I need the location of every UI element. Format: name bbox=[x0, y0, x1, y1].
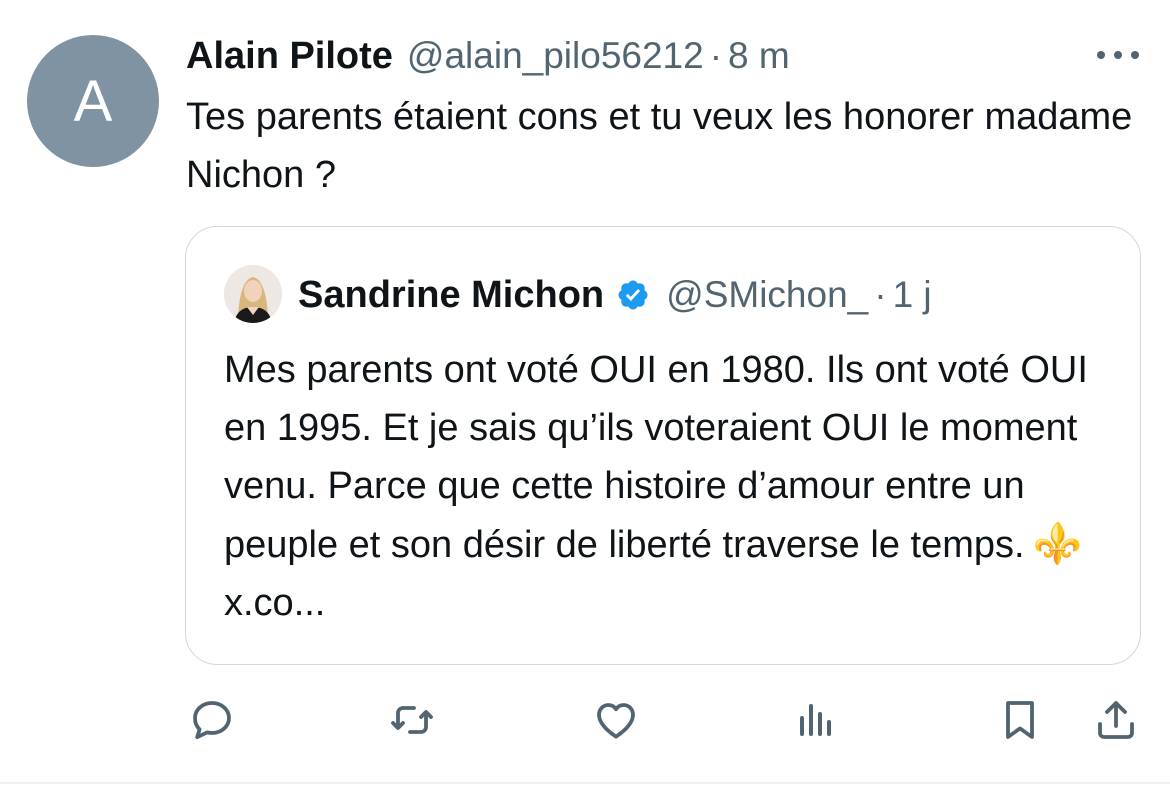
quoted-tweet-card[interactable]: Sandrine Michon @SMichon_ · 1 j Mes pare… bbox=[185, 226, 1141, 665]
quoted-author-handle[interactable]: @SMichon_ bbox=[666, 274, 868, 316]
tweet-timestamp[interactable]: 8 m bbox=[728, 35, 790, 77]
author-handle[interactable]: @alain_pilo56212 bbox=[407, 35, 704, 77]
reply-icon bbox=[193, 701, 231, 740]
retweet-button[interactable] bbox=[384, 692, 440, 748]
bookmark-icon bbox=[1006, 701, 1034, 739]
bookmark-button[interactable] bbox=[992, 692, 1048, 748]
quoted-tweet-text: Mes parents ont voté OUI en 1980. Ils on… bbox=[224, 341, 1114, 632]
profile-photo-icon bbox=[224, 265, 282, 323]
analytics-icon bbox=[800, 704, 831, 736]
views-button[interactable] bbox=[788, 692, 844, 748]
quoted-tweet-link[interactable]: x.co... bbox=[224, 582, 325, 624]
more-options-button[interactable] bbox=[1094, 48, 1142, 62]
share-button[interactable] bbox=[1088, 692, 1144, 748]
avatar-initial: A bbox=[73, 68, 113, 134]
retweet-icon bbox=[391, 706, 433, 734]
quoted-tweet-body: Mes parents ont voté OUI en 1980. Ils on… bbox=[224, 349, 1088, 566]
author-name[interactable]: Alain Pilote bbox=[186, 35, 393, 78]
reply-button[interactable] bbox=[184, 692, 240, 748]
quoted-tweet-header: Sandrine Michon @SMichon_ · 1 j bbox=[298, 267, 932, 323]
tweet-text: Tes parents étaient cons et tu veux les … bbox=[186, 96, 1133, 196]
share-icon bbox=[1098, 701, 1134, 739]
like-button[interactable] bbox=[588, 692, 644, 748]
tweet-action-bar bbox=[0, 692, 1170, 748]
heart-icon bbox=[597, 703, 635, 739]
tweet-divider bbox=[0, 782, 1170, 784]
quoted-author-name[interactable]: Sandrine Michon bbox=[298, 274, 604, 317]
quoted-author-avatar[interactable] bbox=[224, 265, 282, 323]
tweet-header: Alain Pilote @alain_pilo56212 · 8 m bbox=[186, 30, 790, 82]
header-separator: · bbox=[709, 35, 723, 76]
author-avatar[interactable]: A bbox=[27, 35, 159, 167]
quoted-tweet-timestamp[interactable]: 1 j bbox=[893, 274, 932, 316]
quoted-header-separator: · bbox=[874, 274, 887, 315]
verified-badge-icon bbox=[616, 278, 650, 312]
fleur-de-lis-emoji: ⚜️ bbox=[1032, 522, 1083, 566]
more-horizontal-icon bbox=[1097, 51, 1139, 59]
